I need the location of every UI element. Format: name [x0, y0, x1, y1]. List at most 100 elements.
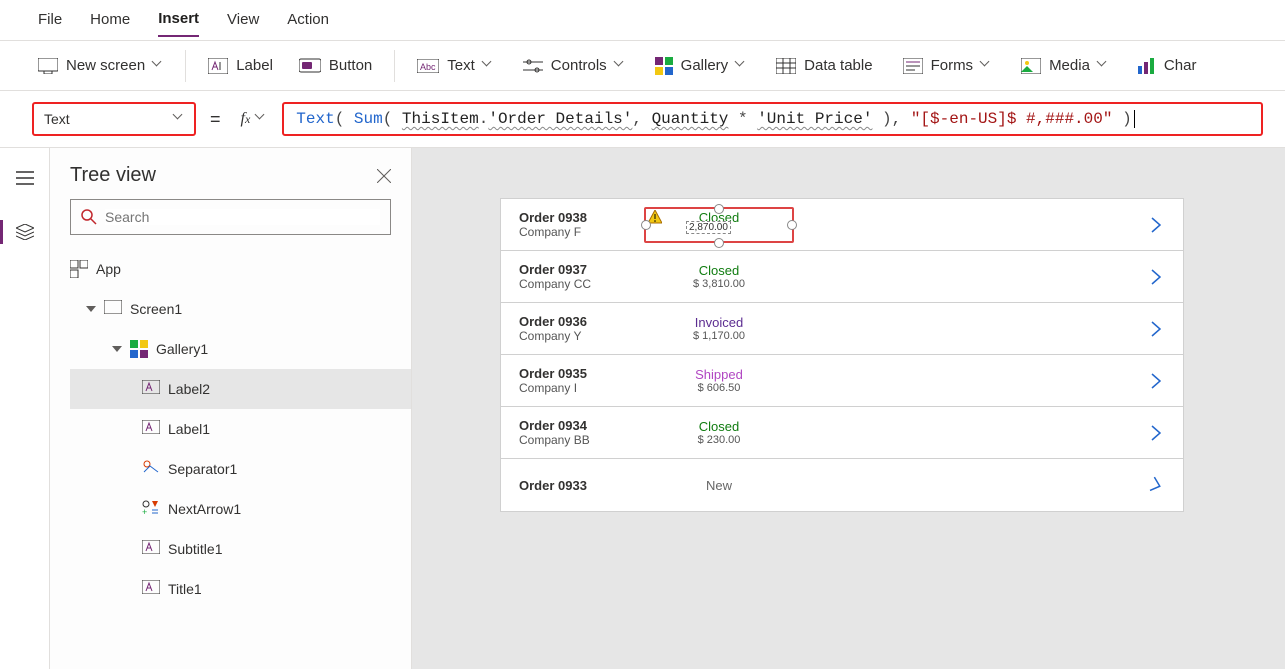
gallery-row[interactable]: Order 0935Company IShipped$ 606.50 [501, 355, 1183, 407]
forms-dropdown[interactable]: Forms [903, 57, 992, 74]
tree-item-label: Label2 [168, 381, 210, 397]
company-name: Company CC [519, 277, 639, 291]
gallery-row[interactable]: Order 0936Company YInvoiced$ 1,170.00 [501, 303, 1183, 355]
gallery-row[interactable]: Order 0934Company BBClosed$ 230.00 [501, 407, 1183, 459]
tree-item-label: Subtitle1 [168, 541, 222, 557]
resize-handle[interactable] [787, 220, 797, 230]
expander-icon[interactable] [112, 344, 122, 354]
tree-item-separator1[interactable]: Separator1 [70, 449, 411, 489]
gallery-icon [655, 57, 673, 75]
gallery-row[interactable]: Order 0937Company CCClosed$ 3,810.00 [501, 251, 1183, 303]
app-icon [70, 260, 88, 278]
tree-item-label2[interactable]: Label2 [70, 369, 411, 409]
tree-view-rail-button[interactable] [9, 216, 41, 248]
order-number: Order 0933 [519, 478, 639, 493]
controls-label: Controls [551, 57, 607, 74]
status-label: Closed [639, 419, 799, 434]
status-label: New [639, 478, 799, 493]
amount-label: 2,870.00 [686, 221, 731, 234]
tree-item-label: Label1 [168, 421, 210, 437]
label-icon [208, 58, 228, 74]
media-label: Media [1049, 57, 1090, 74]
next-arrow-icon[interactable] [1151, 425, 1161, 441]
tree-item-title1[interactable]: Title1 [70, 569, 411, 609]
selected-label-control[interactable]: Closed2,870.00 [644, 207, 794, 243]
label-icon [142, 380, 160, 398]
tree-item-subtitle1[interactable]: Subtitle1 [70, 529, 411, 569]
chevron-down-icon [256, 114, 266, 124]
fx-icon: fx [241, 110, 251, 128]
panel-title: Tree view [70, 164, 156, 187]
tree-item-label1[interactable]: Label1 [70, 409, 411, 449]
next-arrow-icon[interactable] [1151, 321, 1161, 337]
amount-label: $ 1,170.00 [639, 330, 799, 342]
controls-dropdown[interactable]: Controls [523, 57, 625, 74]
menu-view[interactable]: View [227, 11, 259, 36]
gallery-row[interactable]: Order 0938Company FClosed2,870.00 [501, 199, 1183, 251]
menu-insert[interactable]: Insert [158, 10, 199, 37]
gallery-dropdown[interactable]: Gallery [655, 57, 747, 75]
separator-icon [142, 460, 160, 478]
gallery-icon [130, 340, 148, 358]
equals-label: = [206, 109, 225, 130]
hamburger-button[interactable] [9, 162, 41, 194]
label-icon [142, 580, 160, 598]
tree-item-label: App [96, 261, 121, 277]
screen-icon [38, 58, 58, 74]
order-number: Order 0935 [519, 366, 639, 381]
next-arrow-icon[interactable] [1149, 476, 1163, 494]
next-arrow-icon[interactable] [1151, 217, 1161, 233]
chevron-down-icon [483, 61, 493, 71]
tree-item-label: Screen1 [130, 301, 182, 317]
gallery-row[interactable]: Order 0933New [501, 459, 1183, 511]
text-dropdown[interactable]: Abc Text [417, 57, 493, 74]
search-box[interactable] [70, 199, 391, 235]
formula-input[interactable]: Text( Sum( ThisItem.'Order Details', Qua… [282, 102, 1263, 136]
data-table-button[interactable]: Data table [776, 57, 872, 74]
next-arrow-icon[interactable] [1151, 373, 1161, 389]
left-rail [0, 148, 50, 669]
tree-item-nextarrow1[interactable]: + NextArrow1 [70, 489, 411, 529]
chevron-down-icon [736, 61, 746, 71]
tree-item-screen1[interactable]: Screen1 [70, 289, 411, 329]
resize-handle[interactable] [714, 204, 724, 214]
canvas[interactable]: Order 0938Company FClosed2,870.00Order 0… [412, 148, 1285, 669]
media-icon [1021, 58, 1041, 74]
chevron-down-icon [174, 114, 184, 124]
data-table-icon [776, 58, 796, 74]
status-label: Invoiced [639, 315, 799, 330]
fx-button[interactable]: fx [235, 110, 273, 128]
search-input[interactable] [105, 209, 380, 225]
search-icon [81, 209, 97, 225]
property-selector[interactable]: Text [32, 102, 196, 136]
tree-item-app[interactable]: App [70, 249, 411, 289]
svg-text:+: + [142, 507, 147, 516]
tree-item-label: Separator1 [168, 461, 237, 477]
menu-home[interactable]: Home [90, 11, 130, 36]
resize-handle[interactable] [714, 238, 724, 248]
resize-handle[interactable] [641, 220, 651, 230]
icons-icon: + [142, 500, 160, 518]
gallery-preview[interactable]: Order 0938Company FClosed2,870.00Order 0… [500, 198, 1184, 512]
chevron-down-icon [153, 61, 163, 71]
order-number: Order 0934 [519, 418, 639, 433]
expander-icon[interactable] [86, 304, 96, 314]
order-number: Order 0936 [519, 314, 639, 329]
new-screen-label: New screen [66, 57, 145, 74]
tree-item-label: Title1 [168, 581, 202, 597]
close-panel-button[interactable] [377, 169, 391, 183]
company-name: Company BB [519, 433, 639, 447]
menu-file[interactable]: File [38, 11, 62, 36]
tree-item-gallery1[interactable]: Gallery1 [70, 329, 411, 369]
order-number: Order 0937 [519, 262, 639, 277]
new-screen-button[interactable]: New screen [38, 57, 163, 74]
button-button[interactable]: Button [299, 57, 372, 74]
charts-dropdown[interactable]: Char [1138, 57, 1197, 74]
button-label: Button [329, 57, 372, 74]
media-dropdown[interactable]: Media [1021, 57, 1108, 74]
next-arrow-icon[interactable] [1151, 269, 1161, 285]
label-button[interactable]: Label [208, 57, 273, 74]
menu-action[interactable]: Action [287, 11, 329, 36]
company-name: Company F [519, 225, 639, 239]
label-icon [142, 540, 160, 558]
